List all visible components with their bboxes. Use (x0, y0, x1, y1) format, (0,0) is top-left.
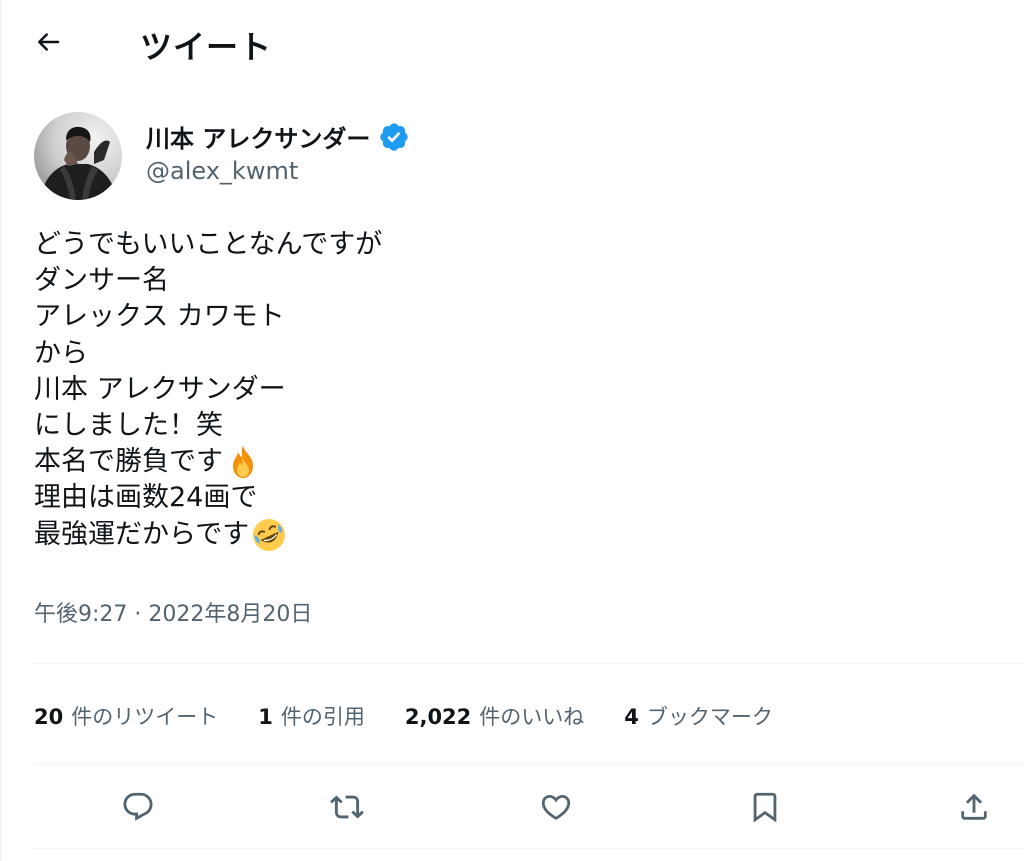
like-button[interactable] (531, 782, 581, 832)
tweet-timestamp[interactable]: 午後9:27 · 2022年8月20日 (34, 596, 312, 628)
tweet-line: アレックス カワモト (34, 299, 734, 335)
stat-number: 2,022 (404, 705, 472, 729)
bookmark-icon (753, 792, 777, 823)
reply-button[interactable] (113, 782, 163, 832)
divider (34, 763, 1024, 764)
stat-number: 4 (624, 705, 639, 729)
tweet-line: 最強運だからです (34, 517, 734, 553)
rofl-emoji-icon (251, 517, 287, 553)
retweet-count[interactable]: 20 件のリツイート (34, 701, 218, 731)
fire-emoji-icon (225, 444, 261, 480)
author-name[interactable]: 川本 アレクサンダー (146, 119, 410, 154)
tweet-line-text: ダンサー名 (34, 265, 169, 297)
bookmark-count[interactable]: 4 ブックマーク (624, 701, 773, 731)
back-button[interactable] (26, 20, 70, 64)
divider (34, 663, 1024, 664)
stat-label: 件のリツイート (71, 705, 219, 729)
divider (34, 848, 1024, 849)
verified-badge-icon (378, 121, 410, 153)
tweet-actions (34, 782, 1024, 832)
tweet-line: 理由は画数24画で (34, 480, 734, 516)
tweet-line-text: 川本 アレクサンダー (34, 373, 286, 405)
bookmark-button[interactable] (740, 782, 790, 832)
stat-number: 20 (34, 705, 64, 729)
share-icon (961, 793, 987, 820)
tweet-line-text: 本名で勝負です (34, 446, 223, 478)
tweet-line: 川本 アレクサンダー (34, 372, 734, 408)
stat-number: 1 (258, 705, 273, 729)
avatar-photo (34, 112, 122, 200)
tweet-header: ツイート (0, 0, 1024, 84)
tweet-text: どうでもいいことなんですが ダンサー名 アレックス カワモト から 川本 アレク… (34, 227, 734, 553)
stat-label: 件のいいね (479, 705, 585, 729)
avatar[interactable] (34, 112, 122, 200)
quote-count[interactable]: 1 件の引用 (258, 701, 365, 731)
arrow-left-icon (38, 33, 60, 51)
tweet-line-text: 理由は画数24画で (34, 482, 258, 514)
share-button[interactable] (949, 782, 999, 832)
tweet-line-text: にしました！笑 (34, 409, 223, 441)
column-border (0, 0, 1, 861)
like-count[interactable]: 2,022 件のいいね (405, 701, 584, 731)
stat-label: ブックマーク (646, 705, 773, 729)
tweet-line: ダンサー名 (34, 263, 734, 299)
retweet-icon (330, 795, 364, 819)
tweet-line-text: どうでもいいことなんですが (34, 229, 383, 260)
tweet-line: 本名で勝負です (34, 444, 734, 480)
engagement-stats: 20 件のリツイート 1 件の引用 2,022 件のいいね 4 ブックマーク (34, 700, 813, 732)
page-title: ツイート (140, 28, 273, 66)
author-name-text: 川本 アレクサンダー (146, 125, 371, 153)
tweet-line-text: 最強運だからです (34, 518, 250, 550)
tweet-line-text: から (34, 337, 88, 369)
stat-label: 件の引用 (280, 705, 365, 729)
retweet-button[interactable] (322, 782, 372, 832)
reply-icon (123, 792, 153, 821)
tweet-line: にしました！笑 (34, 408, 734, 444)
tweet-line: から (34, 336, 734, 372)
tweet-line-text: アレックス カワモト (34, 301, 285, 333)
tweet-line: どうでもいいことなんですが (34, 227, 734, 263)
author-handle[interactable]: @alex_kwmt (146, 157, 298, 185)
heart-icon (541, 794, 571, 820)
